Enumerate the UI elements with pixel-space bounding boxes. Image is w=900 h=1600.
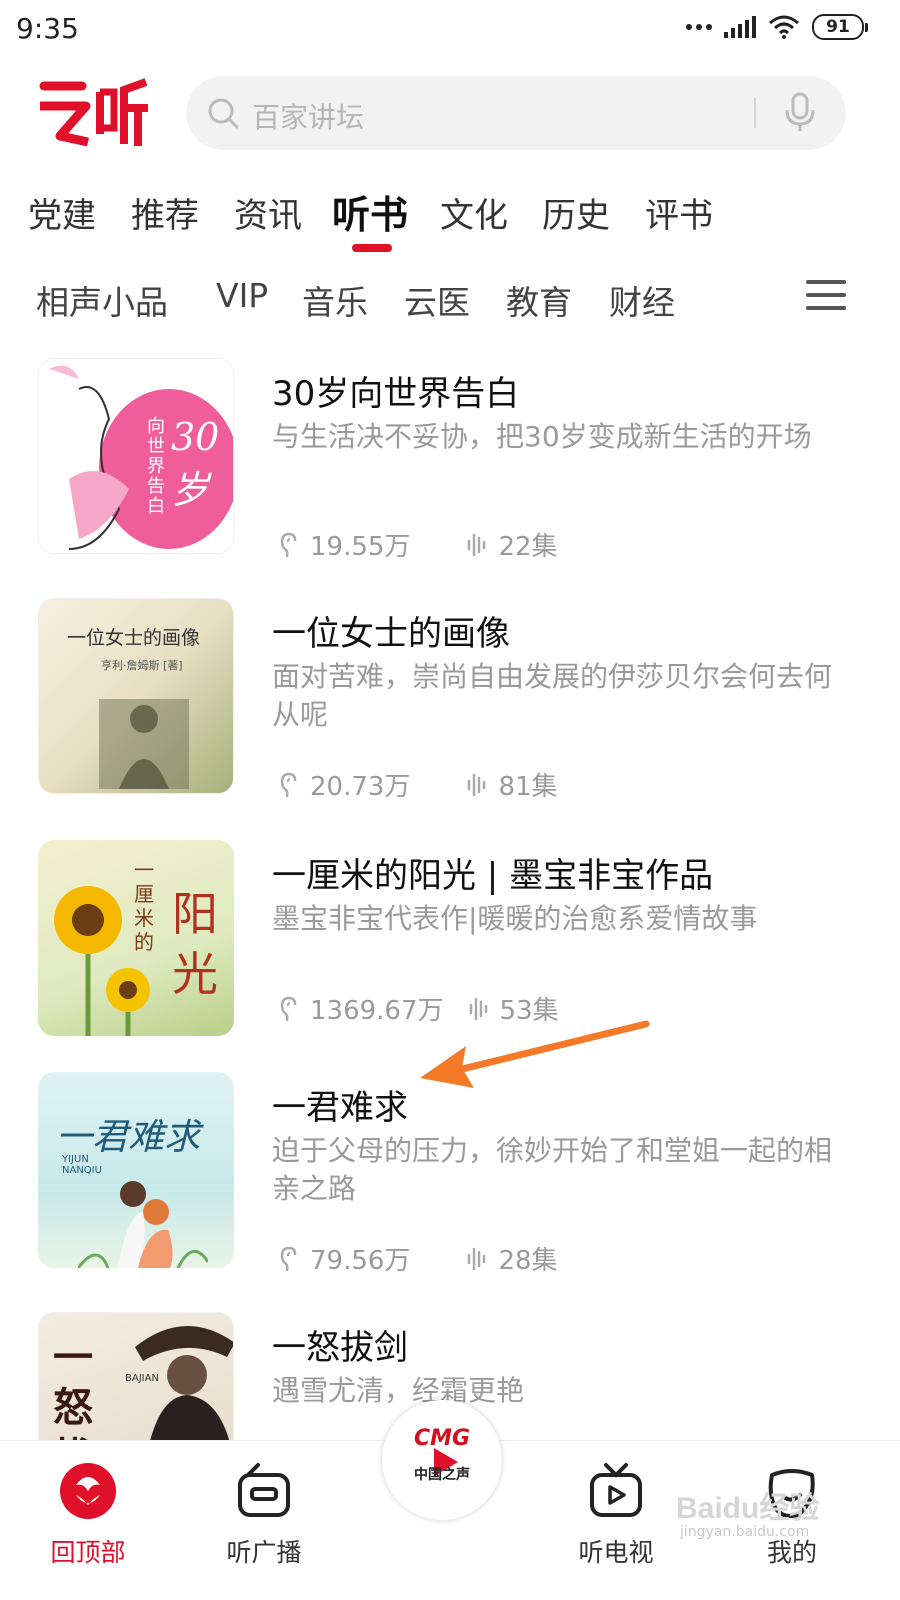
cover-title: 一君难求 <box>56 1117 201 1158</box>
episodes-icon <box>468 1247 486 1270</box>
book-title[interactable]: 一厘米的阳光 | 墨宝非宝作品 <box>272 848 713 897</box>
tab-culture[interactable]: 文化 <box>440 188 508 237</box>
nav-label: 听广播 <box>226 1538 302 1567</box>
nav-radio[interactable]: 听广播 <box>204 1461 324 1569</box>
cover-title: 一怒拔 <box>53 1334 93 1440</box>
list-item[interactable]: 30岁 向世界告白 30岁向世界告白 与生活决不妥协，把30岁变成新生活的开场 … <box>0 358 900 562</box>
radio-icon <box>238 1463 290 1517</box>
app-logo-icon[interactable] <box>38 72 150 152</box>
subtab-crosstalk[interactable]: 相声小品 <box>36 276 168 324</box>
nav-label: 听电视 <box>578 1538 654 1567</box>
book-meta: 19.55万 22集 <box>278 526 558 563</box>
tab-dangjian[interactable]: 党建 <box>28 188 96 237</box>
book-description: 迫于父母的压力，徐妙开始了和堂姐一起的相亲之路 <box>272 1134 833 1205</box>
tab-storytelling[interactable]: 评书 <box>645 188 713 237</box>
cover-title: 30岁 <box>171 415 220 512</box>
subtab-finance[interactable]: 财经 <box>609 276 675 324</box>
cover-illustration-icon <box>99 699 189 789</box>
book-cover[interactable]: 一君难求 YIJUN NANQIU <box>38 1072 234 1268</box>
microphone-icon[interactable] <box>784 92 816 132</box>
menu-icon[interactable] <box>806 280 846 312</box>
play-count: 19.55万 <box>310 532 411 562</box>
nav-tv[interactable]: 听电视 <box>556 1461 676 1569</box>
cover-title: 一位女士的画像 <box>67 627 201 649</box>
battery-icon: 91 <box>812 14 868 40</box>
watermark-brand: Baidu经验 <box>676 1491 819 1525</box>
list-item[interactable]: 一厘米的 阳光 一厘米的阳光 | 墨宝非宝作品 墨宝非宝代表作|暖暖的治愈系爱情… <box>0 840 900 1040</box>
search-divider <box>754 98 756 128</box>
cover-subtitle: 亨利·詹姆斯 [著] <box>101 659 183 672</box>
episode-count: 22集 <box>498 532 558 562</box>
search-bar[interactable]: 百家讲坛 <box>186 76 846 150</box>
subtab-music[interactable]: 音乐 <box>302 276 368 324</box>
swordsman-illustration-icon <box>135 1325 233 1440</box>
subtab-medical[interactable]: 云医 <box>404 276 470 324</box>
book-meta: 79.56万 28集 <box>278 1240 558 1277</box>
book-cover[interactable]: 一位女士的画像 亨利·詹姆斯 [著] <box>38 598 234 794</box>
book-description: 遇雪尤清，经霜更艳 <box>272 1374 525 1407</box>
cover-subtitle: 一厘米的 <box>134 858 154 954</box>
tv-icon <box>590 1463 642 1517</box>
signal-icon <box>724 16 756 38</box>
top-icon <box>60 1463 116 1519</box>
episode-count: 81集 <box>498 772 558 802</box>
listen-count-icon <box>280 996 297 1021</box>
tab-audiobooks[interactable]: 听书 <box>332 184 408 239</box>
list-item[interactable]: 一君难求 YIJUN NANQIU 一君难求 迫于父母的压力，徐妙开始了和堂姐一… <box>0 1072 900 1276</box>
book-meta: 20.73万 81集 <box>278 766 558 803</box>
play-count: 20.73万 <box>310 772 411 802</box>
tab-recommend[interactable]: 推荐 <box>131 188 199 237</box>
book-description: 墨宝非宝代表作|暖暖的治愈系爱情故事 <box>272 902 758 935</box>
tab-news[interactable]: 资讯 <box>234 188 302 237</box>
battery-level: 91 <box>826 17 850 37</box>
listen-count-icon <box>280 772 297 797</box>
listen-count-icon <box>280 1246 297 1271</box>
search-input[interactable]: 百家讲坛 <box>252 96 364 136</box>
book-title[interactable]: 30岁向世界告白 <box>272 366 519 415</box>
subtab-education[interactable]: 教育 <box>506 276 572 324</box>
status-time: 9:35 <box>16 12 79 45</box>
search-icon <box>208 98 239 129</box>
listen-count-icon <box>280 532 297 557</box>
status-bar: 9:35 91 <box>0 0 900 60</box>
subtab-vip[interactable]: VIP <box>216 276 268 315</box>
cover-subtitle: 向世界告白 <box>147 416 165 517</box>
episode-count: 28集 <box>498 1246 558 1276</box>
status-icons: 91 <box>686 14 868 40</box>
nav-back-to-top[interactable]: 回顶部 <box>28 1461 148 1569</box>
mini-player[interactable]: CMG 中国之声 <box>382 1400 502 1520</box>
more-dots-icon <box>686 24 712 30</box>
watermark-url: jingyan.baidu.com <box>680 1524 810 1540</box>
book-description: 与生活决不妥协，把30岁变成新生活的开场 <box>272 420 812 453</box>
list-item[interactable]: 一位女士的画像 亨利·詹姆斯 [著] 一位女士的画像 面对苦难，崇尚自由发展的伊… <box>0 598 900 802</box>
active-tab-indicator <box>352 244 392 252</box>
book-cover[interactable]: 一怒拔 BAJIAN <box>38 1312 234 1440</box>
player-station: 中国之声 <box>414 1467 470 1483</box>
book-cover[interactable]: 30岁 向世界告白 <box>38 358 234 554</box>
book-title[interactable]: 一位女士的画像 <box>272 606 510 655</box>
nav-label: 回顶部 <box>50 1538 126 1567</box>
episodes-icon <box>468 533 486 556</box>
wifi-icon <box>769 15 799 39</box>
play-count: 79.56万 <box>310 1246 411 1276</box>
tab-history[interactable]: 历史 <box>542 188 610 237</box>
book-title[interactable]: 一怒拔剑 <box>272 1320 408 1369</box>
book-cover[interactable]: 一厘米的 阳光 <box>38 840 234 1036</box>
annotation-arrow-icon <box>420 1020 650 1088</box>
book-title[interactable]: 一君难求 <box>272 1080 408 1129</box>
cover-title: 阳光 <box>172 887 218 1001</box>
episodes-icon <box>468 773 486 796</box>
couple-illustration-icon <box>78 1181 208 1268</box>
book-description: 面对苦难，崇尚自由发展的伊莎贝尔会何去何从呢 <box>272 660 833 731</box>
